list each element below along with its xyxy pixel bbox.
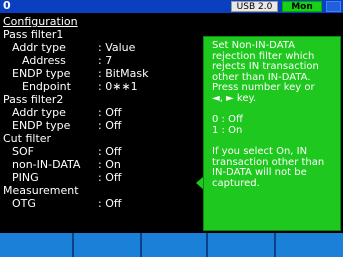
setting-value[interactable]: : On (98, 159, 121, 171)
setting-value[interactable]: : Off (98, 198, 121, 210)
setting-value[interactable]: : 7 (98, 55, 112, 67)
function-key-3[interactable] (140, 233, 206, 257)
setting-label[interactable]: PING (12, 172, 39, 184)
setting-label: Pass filter2 (3, 93, 64, 106)
setting-value[interactable]: : Off (98, 107, 121, 119)
help-panel: Set Non-IN-DATA rejection filter which rej… (203, 36, 341, 231)
setting-value[interactable]: : 0∗∗1 (98, 81, 138, 93)
setting-label: Pass filter1 (3, 28, 64, 41)
setting-label[interactable]: Addr type (12, 42, 66, 54)
setting-label[interactable]: ENDP type (12, 120, 70, 132)
setting-label: Cut filter (3, 132, 52, 145)
setting-value[interactable]: : BitMask (98, 68, 148, 80)
function-key-1[interactable] (0, 233, 72, 257)
mode-badge: Mon (282, 1, 322, 12)
setting-label[interactable]: non-IN-DATA (12, 159, 80, 171)
status-bar: 0 USB 2.0 Mon (0, 0, 343, 13)
page-title: Configuration (3, 15, 78, 28)
setting-label[interactable]: Addr type (12, 107, 66, 119)
function-key-5[interactable] (274, 233, 343, 257)
function-key-2[interactable] (72, 233, 140, 257)
setting-label[interactable]: Address (22, 55, 66, 67)
setting-value[interactable]: : Off (98, 120, 121, 132)
setting-value[interactable]: : Off (98, 146, 121, 158)
help-line: If you select On, IN (212, 146, 308, 157)
setting-value[interactable]: : Value (98, 42, 135, 54)
help-line: captured. (212, 177, 260, 189)
setting-value[interactable]: : Off (98, 172, 121, 184)
function-key-4[interactable] (206, 233, 274, 257)
status-indicator-icon (326, 1, 341, 12)
setting-label[interactable]: OTG (12, 198, 36, 210)
setting-label[interactable]: SOF (12, 146, 34, 158)
setting-label[interactable]: Endpoint (22, 81, 71, 93)
setting-label: Measurement (3, 184, 79, 197)
usb-badge: USB 2.0 (231, 1, 278, 12)
function-key-bar (0, 233, 343, 257)
setting-label[interactable]: ENDP type (12, 68, 70, 80)
help-line: Set Non-IN-DATA (212, 40, 295, 51)
help-line: 1 : On (212, 124, 243, 136)
channel-number: 0 (3, 0, 11, 12)
help-line: ◄, ► key. (212, 93, 257, 104)
